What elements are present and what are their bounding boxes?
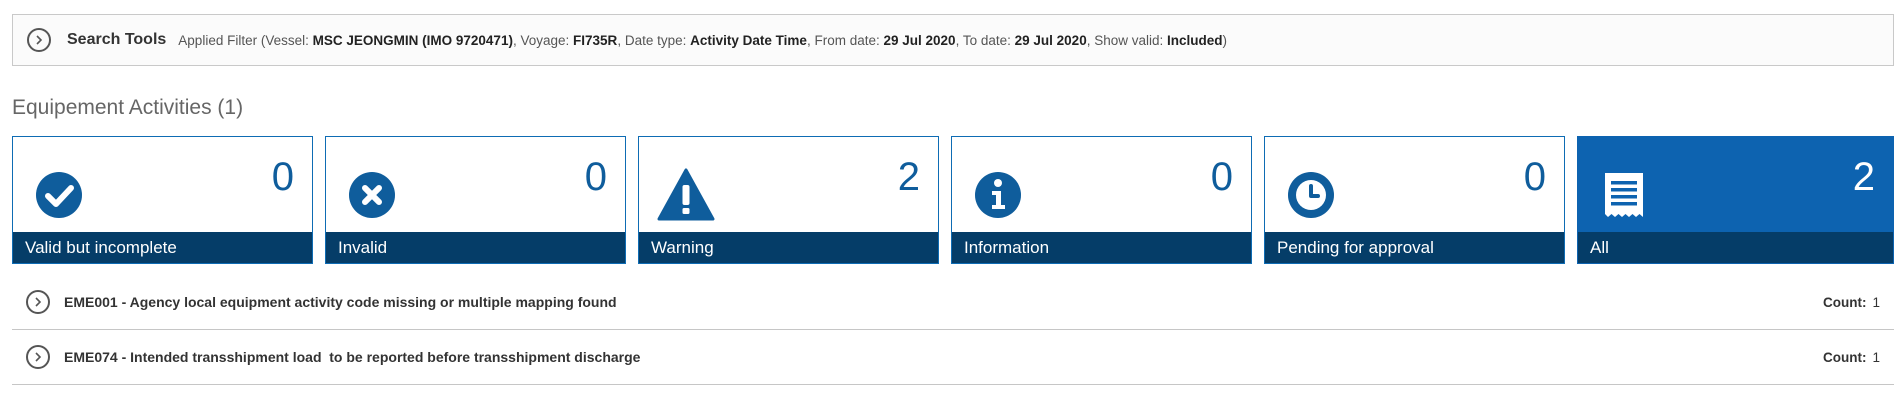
check-circle-icon	[36, 172, 82, 218]
card-label: Warning	[639, 232, 938, 263]
list-item[interactable]: EME074 - Intended transshipment load to …	[12, 330, 1894, 385]
clock-icon	[1288, 172, 1334, 218]
card-label: All	[1578, 232, 1893, 263]
from-date-value: 29 Jul 2020	[883, 32, 956, 48]
vessel-value: MSC JEONGMIN (IMO 9720471)	[312, 32, 513, 48]
row-count: Count: 1	[1823, 294, 1880, 310]
x-circle-icon	[349, 172, 395, 218]
row-title: EME001 - Agency local equipment activity…	[64, 294, 617, 310]
search-tools-bar[interactable]: Search Tools Applied Filter (Vessel: MSC…	[12, 14, 1894, 66]
row-count: Count: 1	[1823, 349, 1880, 365]
date-type-value: Activity Date Time	[690, 32, 807, 48]
card-count: 0	[584, 155, 607, 199]
card-label: Pending for approval	[1265, 232, 1564, 263]
card-all[interactable]: 2 All	[1577, 136, 1894, 264]
card-label: Information	[952, 232, 1251, 263]
card-count: 0	[1210, 155, 1233, 199]
show-valid-value: Included	[1167, 32, 1223, 48]
status-cards: 0 Valid but incomplete 0 Invalid 2 Warni…	[12, 136, 1894, 264]
list-item[interactable]: EME001 - Agency local equipment activity…	[12, 275, 1894, 330]
card-valid-but-incomplete[interactable]: 0 Valid but incomplete	[12, 136, 313, 264]
expand-search-icon[interactable]	[27, 28, 51, 52]
card-count: 0	[271, 155, 294, 199]
search-tools-title[interactable]: Search Tools	[67, 31, 166, 49]
row-title: EME074 - Intended transshipment load to …	[64, 349, 641, 365]
card-label: Invalid	[326, 232, 625, 263]
voyage-value: FI735R	[573, 32, 618, 48]
card-count: 2	[1852, 155, 1875, 199]
expand-row-icon[interactable]	[26, 290, 50, 314]
card-information[interactable]: 0 Information	[951, 136, 1252, 264]
warning-triangle-icon	[657, 168, 715, 221]
applied-filter: Applied Filter (Vessel: MSC JEONGMIN (IM…	[178, 32, 1228, 48]
receipt-list-icon	[1605, 173, 1643, 217]
card-pending-for-approval[interactable]: 0 Pending for approval	[1264, 136, 1565, 264]
expand-row-icon[interactable]	[26, 345, 50, 369]
info-circle-icon	[975, 172, 1021, 218]
card-count: 2	[897, 155, 920, 199]
card-count: 0	[1523, 155, 1546, 199]
section-title: Equipement Activities (1)	[12, 96, 244, 119]
card-warning[interactable]: 2 Warning	[638, 136, 939, 264]
to-date-value: 29 Jul 2020	[1014, 32, 1087, 48]
card-invalid[interactable]: 0 Invalid	[325, 136, 626, 264]
card-label: Valid but incomplete	[13, 232, 312, 263]
